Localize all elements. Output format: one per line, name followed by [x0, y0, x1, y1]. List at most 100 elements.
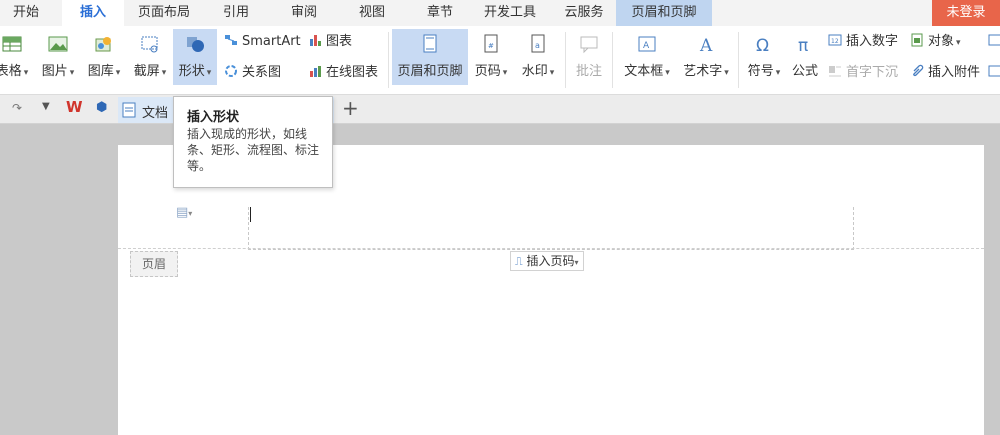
shape-label: 形状: [179, 64, 212, 79]
header-edit-area[interactable]: [248, 207, 854, 250]
drop-cap-button[interactable]: 首字下沉: [828, 64, 898, 82]
number-icon: 12: [828, 34, 842, 46]
tab-cloud[interactable]: 云服务: [556, 0, 612, 26]
svg-text:A: A: [643, 41, 650, 51]
svg-text:#: #: [488, 42, 494, 50]
comment-button[interactable]: 批注: [572, 26, 606, 79]
svg-text:a: a: [535, 41, 540, 50]
header-footer-icon: [423, 34, 437, 53]
online-chart-button[interactable]: 在线图表: [308, 64, 378, 82]
watermark-icon: a: [531, 34, 545, 53]
tab-page-layout[interactable]: 页面布局: [124, 0, 204, 26]
login-button[interactable]: 未登录: [932, 0, 1000, 26]
insert-number-button[interactable]: 12 插入数字: [828, 33, 898, 51]
smartart-label: SmartArt: [242, 34, 301, 49]
shape-tooltip: 插入形状 插入现成的形状，如线条、矩形、流程图、标注等。: [173, 96, 333, 188]
drop-cap-icon: [829, 66, 841, 77]
wordart-button[interactable]: A 艺术字: [678, 26, 734, 79]
tooltip-description: 插入现成的形状，如线条、矩形、流程图、标注等。: [187, 127, 320, 173]
document-icon: [122, 102, 136, 118]
svg-text:12: 12: [831, 38, 839, 45]
screenshot-icon: [141, 36, 158, 53]
relation-button[interactable]: 关系图: [224, 64, 281, 82]
tab-insert[interactable]: 插入: [62, 0, 124, 26]
tab-developer[interactable]: 开发工具: [478, 0, 542, 26]
document-tab-bar: ↷ ▼ W ⬢ 文档 +: [0, 95, 1000, 124]
overflow-icon[interactable]: [988, 33, 1000, 51]
new-tab-plus-icon[interactable]: +: [342, 96, 359, 120]
pi-icon: π: [798, 36, 808, 54]
formula-button[interactable]: π 公式: [788, 26, 822, 79]
relation-label: 关系图: [242, 65, 282, 80]
page-number-icon: #: [484, 34, 498, 53]
redo-icon[interactable]: ↷: [12, 101, 22, 115]
online-chart-icon: [310, 66, 321, 77]
tab-section[interactable]: 章节: [412, 0, 468, 26]
screenshot-label: 截屏: [134, 64, 167, 79]
comment-icon: [580, 36, 598, 54]
comment-label: 批注: [575, 64, 602, 79]
table-button[interactable]: 表格: [0, 26, 30, 79]
tab-view[interactable]: 视图: [344, 0, 400, 26]
chevron-down-icon[interactable]: ▼: [42, 101, 50, 112]
insert-number-label: 插入数字: [846, 34, 899, 49]
header-label: 页眉: [130, 251, 178, 277]
ribbon: 表格 图片 图库 截屏 形状 SmartArt 关系图 图表 在线图表 页眉和页…: [0, 26, 1000, 95]
insert-attachment-button[interactable]: 插入附件: [910, 64, 980, 82]
drop-cap-label: 首字下沉: [846, 65, 899, 80]
header-footer-label: 页眉和页脚: [397, 64, 463, 79]
svg-text:Ω: Ω: [756, 36, 769, 54]
table-icon: [2, 36, 22, 52]
shape-button[interactable]: 形状: [173, 29, 217, 85]
tab-home[interactable]: 开始: [0, 0, 52, 26]
chart-icon: [310, 35, 321, 46]
document-page[interactable]: ▤▾ 页眉 ⎍ 插入页码▾: [118, 145, 984, 435]
page-number-button[interactable]: # 页码: [470, 26, 512, 79]
insert-page-number-label: 插入页码: [526, 254, 575, 268]
page-number-small-icon: ⎍: [515, 255, 523, 268]
header-options-icon[interactable]: ▤▾: [176, 205, 192, 220]
smartart-icon: [225, 35, 237, 45]
relation-icon: [225, 65, 237, 77]
chart-label: 图表: [326, 34, 353, 49]
chart-button[interactable]: 图表: [308, 33, 352, 51]
symbol-label: 符号: [748, 64, 781, 79]
watermark-button[interactable]: a 水印: [516, 26, 560, 79]
cube-icon[interactable]: ⬢: [96, 100, 107, 115]
watermark-label: 水印: [522, 64, 555, 79]
omega-icon: Ω: [756, 36, 769, 54]
picture-icon: [48, 36, 68, 52]
wordart-label: 艺术字: [683, 64, 729, 79]
symbol-button[interactable]: Ω 符号: [744, 26, 784, 79]
object-label: 对象: [928, 34, 961, 49]
ribbon-divider: [612, 32, 613, 88]
screenshot-button[interactable]: 截屏: [128, 26, 172, 79]
textbox-icon: A: [638, 36, 656, 52]
smartart-button[interactable]: SmartArt: [224, 33, 301, 51]
object-button[interactable]: 对象: [910, 33, 961, 51]
header-footer-button[interactable]: 页眉和页脚: [392, 29, 468, 85]
picture-button[interactable]: 图片: [36, 26, 80, 79]
insert-attachment-label: 插入附件: [928, 65, 981, 80]
object-icon: [911, 33, 923, 47]
tab-review[interactable]: 审阅: [276, 0, 332, 26]
tab-references[interactable]: 引用: [208, 0, 264, 26]
attachment-icon: [913, 64, 924, 77]
text-cursor: [250, 207, 251, 222]
shape-icon: [187, 37, 204, 52]
page-number-label: 页码: [475, 64, 508, 79]
gallery-label: 图库: [88, 64, 121, 79]
overflow-icon[interactable]: [988, 64, 1000, 82]
document-title: 文档: [142, 106, 169, 121]
table-label: 表格: [0, 64, 28, 79]
wps-logo-icon[interactable]: W: [66, 98, 83, 116]
tab-header-footer[interactable]: 页眉和页脚: [616, 0, 712, 26]
online-chart-label: 在线图表: [326, 65, 379, 80]
tooltip-title: 插入形状: [187, 110, 240, 125]
gallery-button[interactable]: 图库: [82, 26, 126, 79]
gallery-icon: [95, 37, 111, 52]
insert-page-number-button[interactable]: ⎍ 插入页码▾: [510, 251, 584, 271]
svg-text:π: π: [798, 36, 808, 54]
picture-label: 图片: [42, 64, 75, 79]
textbox-button[interactable]: A 文本框: [618, 26, 676, 79]
